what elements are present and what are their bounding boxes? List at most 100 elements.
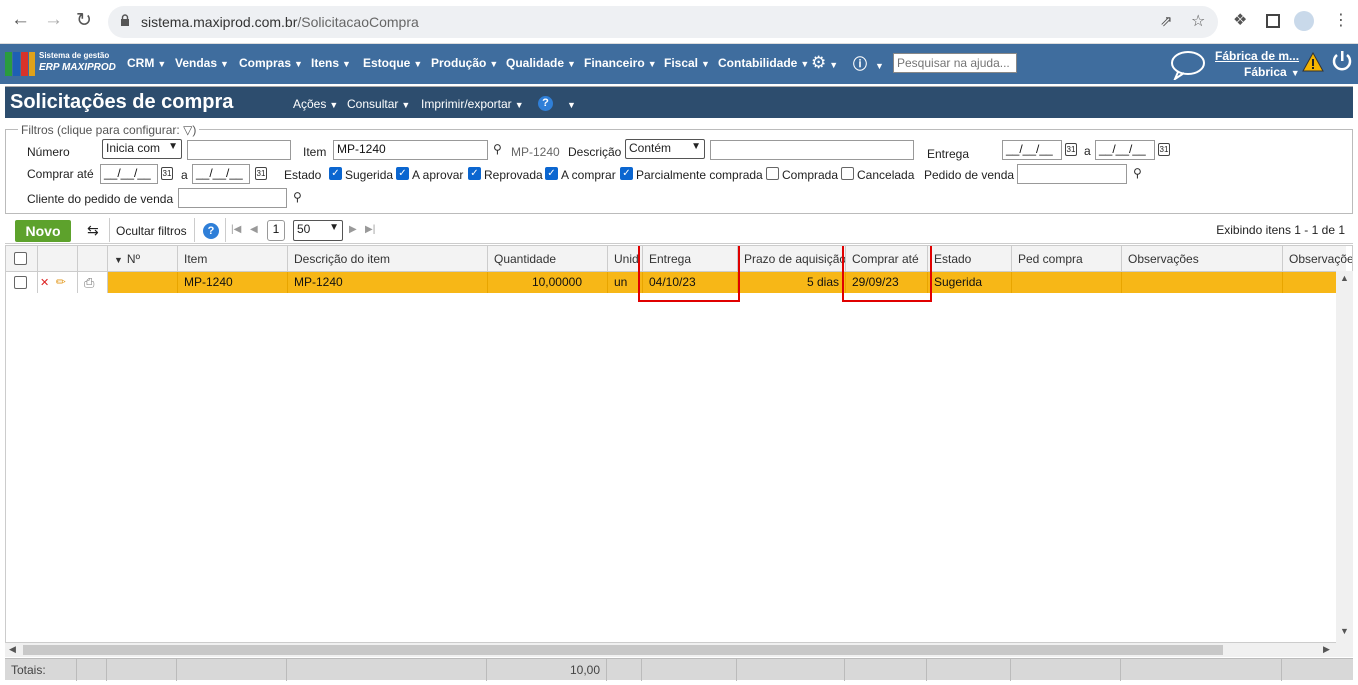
help-search-input[interactable] xyxy=(893,53,1017,73)
totals-empty-4 xyxy=(287,659,487,681)
extensions-icon[interactable]: ❖ xyxy=(1233,10,1247,30)
menu-estoque[interactable]: Estoque ▼ xyxy=(363,56,422,70)
ocultar-filtros-button[interactable]: Ocultar filtros xyxy=(116,224,187,238)
menu-vendas[interactable]: Vendas ▼ xyxy=(175,56,229,70)
descricao-input[interactable] xyxy=(710,140,914,160)
comprar-ate-from-input[interactable]: __/__/__ xyxy=(100,164,158,184)
edit-pencil-icon[interactable]: ✏ xyxy=(56,275,66,289)
menu-consultar[interactable]: Consultar ▼ xyxy=(347,97,410,111)
entrega-to-calendar-icon[interactable]: 31 xyxy=(1158,143,1170,156)
scroll-right-icon[interactable]: ▶ xyxy=(1323,644,1330,655)
filters-legend[interactable]: Filtros (clique para configurar: ▽) xyxy=(18,123,200,137)
item-code-text: MP-1240 xyxy=(511,145,560,159)
next-page-icon[interactable]: ▶ xyxy=(349,224,357,235)
comprar-ate-to-input[interactable]: __/__/__ xyxy=(192,164,250,184)
filter-funnel-icon[interactable]: ▽ xyxy=(183,123,192,137)
cliente-pedido-search-icon[interactable]: ⚲ xyxy=(293,190,302,204)
col-observacoes2-header[interactable]: Observações xyxy=(1283,246,1352,272)
select-all-checkbox[interactable] xyxy=(14,252,27,265)
totals-empty-10 xyxy=(1011,659,1121,681)
company-unit-select[interactable]: Fábrica ▼ xyxy=(1244,65,1300,79)
comprar-ate-from-calendar-icon[interactable]: 31 xyxy=(161,167,173,180)
novo-button[interactable]: Novo xyxy=(15,220,71,242)
col-item-header[interactable]: Item xyxy=(178,246,288,272)
col-numero-header[interactable]: ▼ Nº xyxy=(108,246,178,272)
row-select-cell xyxy=(6,272,38,293)
scroll-down-icon[interactable]: ▼ xyxy=(1340,626,1349,636)
numero-mode-select[interactable]: Inicia com ▼ xyxy=(102,139,182,159)
col-prazo-header[interactable]: Prazo de aquisição xyxy=(738,246,846,272)
row-checkbox[interactable] xyxy=(14,276,27,289)
estado-comprada-checkbox[interactable] xyxy=(766,167,779,180)
chat-bubble-icon[interactable] xyxy=(1170,50,1206,80)
printer-icon[interactable]: ⎙ xyxy=(84,275,94,290)
page-help-icon[interactable]: ? xyxy=(538,96,553,111)
col-observacoes-header[interactable]: Observações xyxy=(1122,246,1283,272)
profile-avatar[interactable] xyxy=(1294,11,1314,31)
pedido-venda-search-icon[interactable]: ⚲ xyxy=(1133,166,1142,180)
entrega-from-input[interactable]: __/__/__ xyxy=(1002,140,1062,160)
page-help-dropdown[interactable]: ▼ xyxy=(564,97,576,111)
comprar-ate-a-label: a xyxy=(181,168,188,182)
estado-sugerida-checkbox[interactable]: ✓ xyxy=(329,167,342,180)
pedido-venda-input[interactable] xyxy=(1017,164,1127,184)
refresh-icon[interactable]: ⇆ xyxy=(87,222,99,239)
highlight-box-comprar-ate xyxy=(842,246,932,302)
entrega-from-calendar-icon[interactable]: 31 xyxy=(1065,143,1077,156)
help-icon[interactable]: ⓘ ▼ xyxy=(853,54,884,74)
estado-a-aprovar-checkbox[interactable]: ✓ xyxy=(396,167,409,180)
scroll-left-icon[interactable]: ◀ xyxy=(9,644,16,655)
prev-page-icon[interactable]: ◀ xyxy=(250,224,258,235)
item-input[interactable]: MP-1240 xyxy=(333,140,488,160)
numero-input[interactable] xyxy=(187,140,291,160)
power-logout-icon[interactable] xyxy=(1331,50,1353,72)
company-name-link[interactable]: Fábrica de m... xyxy=(1215,49,1299,63)
descricao-mode-select[interactable]: Contém ▼ xyxy=(625,139,705,159)
col-descricao-header[interactable]: Descrição do item xyxy=(288,246,488,272)
menu-producao[interactable]: Produção ▼ xyxy=(431,56,498,70)
forward-icon[interactable]: → xyxy=(44,9,63,31)
settings-gear-icon[interactable]: ⚙ ▼ xyxy=(811,53,838,73)
menu-contabilidade[interactable]: Contabilidade ▼ xyxy=(718,56,809,70)
menu-qualidade[interactable]: Qualidade ▼ xyxy=(506,56,576,70)
col-ped-compra-header[interactable]: Ped compra xyxy=(1012,246,1122,272)
menu-fiscal[interactable]: Fiscal ▼ xyxy=(664,56,710,70)
menu-imprimir-exportar[interactable]: Imprimir/exportar ▼ xyxy=(421,97,524,111)
menu-acoes[interactable]: Ações ▼ xyxy=(293,97,338,111)
estado-a-comprar-checkbox[interactable]: ✓ xyxy=(545,167,558,180)
totals-empty-11 xyxy=(1121,659,1282,681)
vertical-scrollbar[interactable]: ▲ ▼ xyxy=(1336,271,1353,643)
menu-itens[interactable]: Itens ▼ xyxy=(311,56,351,70)
entrega-to-input[interactable]: __/__/__ xyxy=(1095,140,1155,160)
back-icon[interactable]: ← xyxy=(11,9,30,31)
comprar-ate-to-calendar-icon[interactable]: 31 xyxy=(255,167,267,180)
col-estado-header[interactable]: Estado xyxy=(928,246,1012,272)
browser-menu-icon[interactable]: ⋮ xyxy=(1333,10,1349,30)
first-page-icon[interactable]: |◀ xyxy=(231,224,241,235)
bookmark-star-icon[interactable]: ☆ xyxy=(1191,11,1205,31)
page-size-select[interactable]: 50 ▼ xyxy=(293,220,343,241)
estado-parcialmente-comprada-checkbox[interactable]: ✓ xyxy=(620,167,633,180)
warning-icon[interactable] xyxy=(1302,52,1324,72)
page-number-input[interactable]: 1 xyxy=(267,220,285,241)
last-page-icon[interactable]: ▶| xyxy=(365,224,375,235)
horizontal-scroll-thumb[interactable] xyxy=(23,645,1223,655)
reload-icon[interactable]: ↻ xyxy=(76,9,92,32)
share-icon[interactable]: ⇗ xyxy=(1160,12,1173,30)
estado-cancelada-checkbox[interactable] xyxy=(841,167,854,180)
estado-reprovada-checkbox[interactable]: ✓ xyxy=(468,167,481,180)
item-search-icon[interactable]: ⚲ xyxy=(493,142,502,156)
address-bar[interactable]: sistema.maxiprod.com.br/SolicitacaoCompr… xyxy=(108,6,1218,38)
scroll-up-icon[interactable]: ▲ xyxy=(1340,273,1349,283)
cliente-pedido-input[interactable] xyxy=(178,188,287,208)
grid-help-icon[interactable]: ? xyxy=(203,223,219,239)
horizontal-scrollbar[interactable]: ◀ ▶ xyxy=(5,643,1353,657)
comprar-ate-label: Comprar até xyxy=(27,167,94,181)
menu-financeiro[interactable]: Financeiro ▼ xyxy=(584,56,657,70)
menu-compras[interactable]: Compras ▼ xyxy=(239,56,303,70)
sidepanel-icon[interactable] xyxy=(1266,14,1280,28)
cell-descricao: MP-1240 xyxy=(288,272,488,293)
delete-icon[interactable]: ✕ xyxy=(40,277,49,289)
col-quantidade-header[interactable]: Quantidade xyxy=(488,246,608,272)
menu-crm[interactable]: CRM ▼ xyxy=(127,56,166,70)
